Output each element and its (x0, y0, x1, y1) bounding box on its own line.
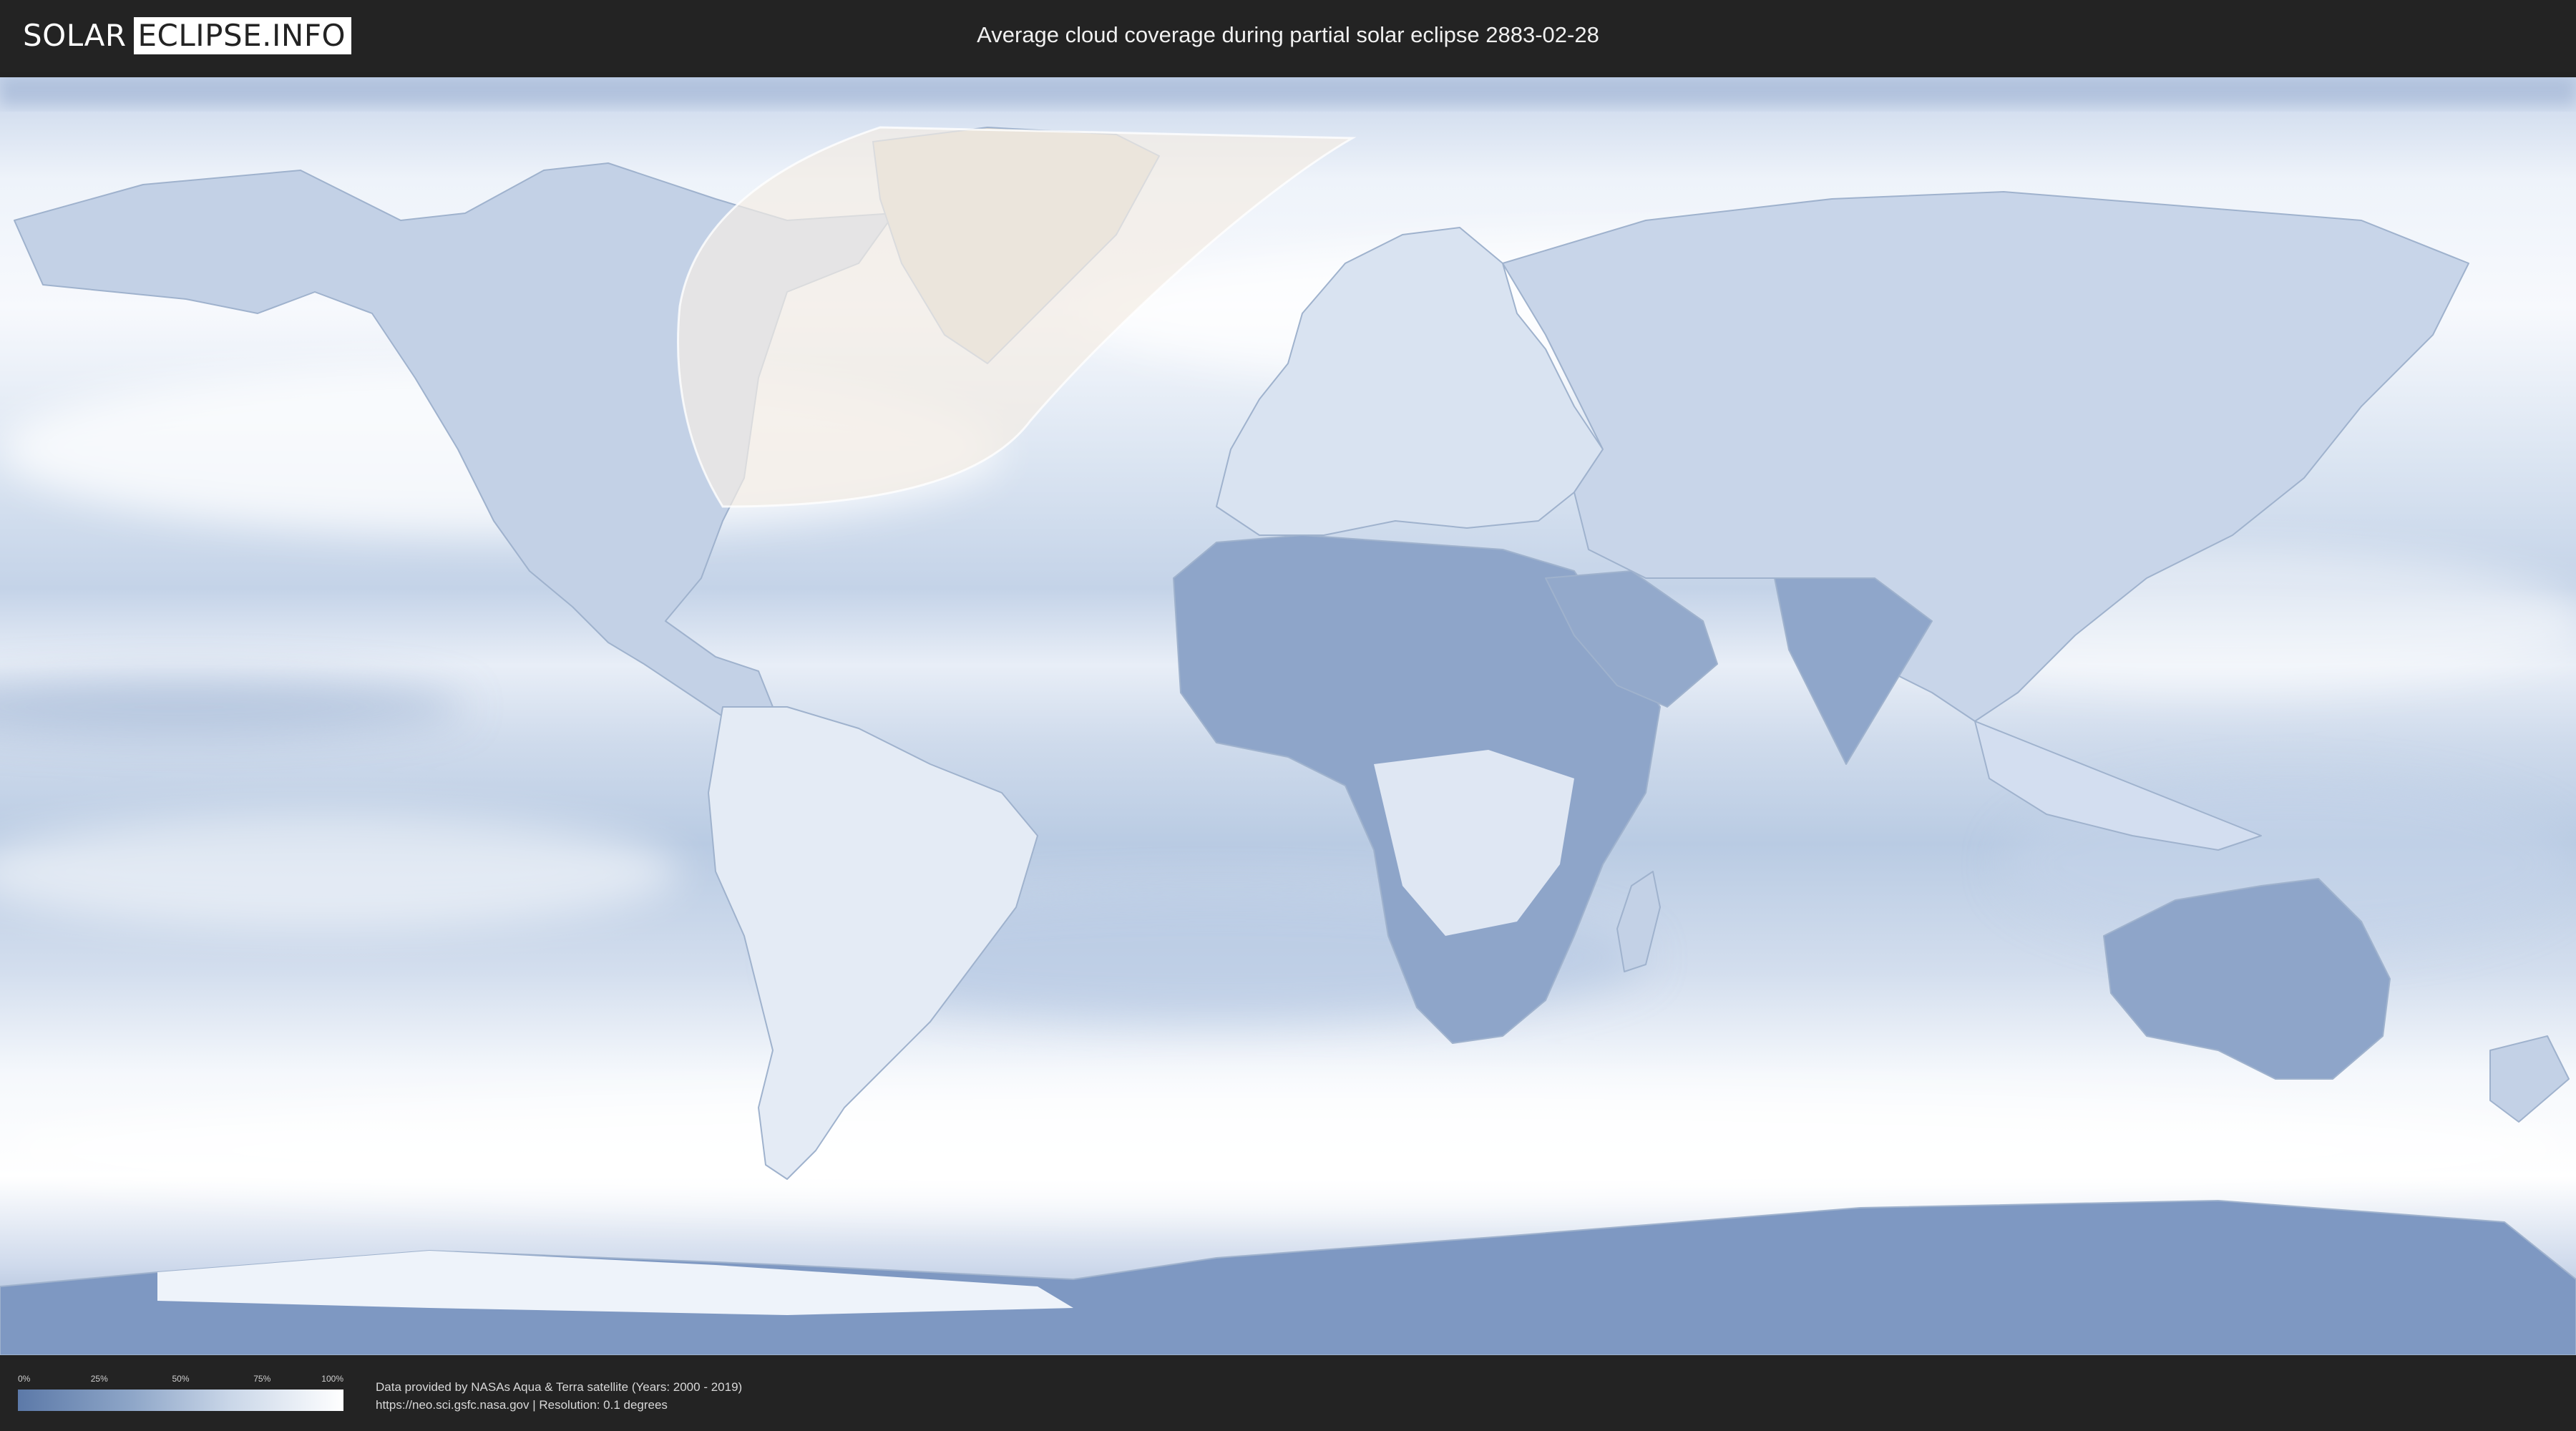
credit-line-source: Data provided by NASAs Aqua & Terra sate… (376, 1380, 743, 1394)
cloud-coverage-legend: 0% 25% 50% 75% 100% (18, 1374, 343, 1415)
page-title: Average cloud coverage during partial so… (977, 22, 1599, 47)
footer-bar: 0% 25% 50% 75% 100% Data provided by NAS… (0, 1359, 2576, 1431)
page: SOLAR ECLIPSE.INFO Average cloud coverag… (0, 0, 2576, 1431)
legend-tick-25: 25% (90, 1374, 108, 1384)
legend-tick-50: 50% (172, 1374, 190, 1384)
legend-tick-100: 100% (321, 1374, 343, 1384)
map-haze (0, 77, 2576, 106)
cloud-coverage-map[interactable] (0, 77, 2576, 1355)
header-bar: SOLAR ECLIPSE.INFO Average cloud coverag… (0, 0, 2576, 72)
data-credits: Data provided by NASAs Aqua & Terra sate… (376, 1378, 742, 1414)
world-map-svg (0, 77, 2576, 1355)
legend-tick-0: 0% (18, 1374, 31, 1384)
credit-line-url[interactable]: https://neo.sci.gsfc.nasa.gov | Resoluti… (376, 1396, 742, 1414)
legend-color-bar (18, 1390, 343, 1411)
legend-tick-75: 75% (253, 1374, 271, 1384)
